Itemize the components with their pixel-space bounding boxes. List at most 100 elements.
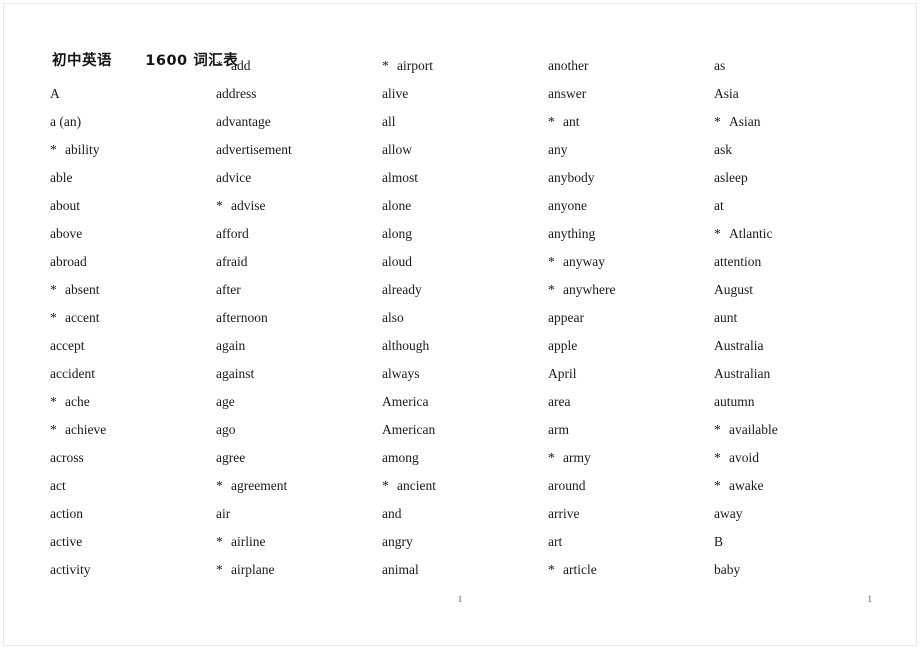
word-label: among — [382, 450, 419, 465]
vocabulary-word: away — [714, 500, 880, 528]
vocabulary-word: alone — [382, 192, 548, 220]
word-label: ability — [65, 142, 100, 157]
vocabulary-word: among — [382, 444, 548, 472]
vocabulary-word: another — [548, 52, 714, 80]
vocabulary-word: * ability — [50, 136, 216, 164]
vocabulary-word: * airplane — [216, 556, 382, 584]
vocabulary-word: August — [714, 276, 880, 304]
asterisk-marker: * — [216, 58, 223, 73]
vocabulary-word: air — [216, 500, 382, 528]
word-label: August — [714, 282, 754, 297]
asterisk-marker: * — [50, 142, 57, 157]
asterisk-marker: * — [548, 254, 555, 269]
word-label: anybody — [548, 170, 595, 185]
vocabulary-word: Australian — [714, 360, 880, 388]
vocabulary-word: * army — [548, 444, 714, 472]
vocabulary-word: advice — [216, 164, 382, 192]
word-label: advise — [231, 198, 266, 213]
vocabulary-word: * add — [216, 52, 382, 80]
vocabulary-word: asleep — [714, 164, 880, 192]
vocabulary-word: * advise — [216, 192, 382, 220]
word-label: as — [714, 58, 726, 73]
word-label: Asian — [729, 114, 761, 129]
vocabulary-word: answer — [548, 80, 714, 108]
word-label: always — [382, 366, 420, 381]
asterisk-marker: * — [714, 422, 721, 437]
asterisk-marker: * — [50, 394, 57, 409]
word-label: age — [216, 394, 235, 409]
vocabulary-word: above — [50, 220, 216, 248]
vocabulary-word: aunt — [714, 304, 880, 332]
asterisk-marker: * — [216, 478, 223, 493]
asterisk-marker: * — [50, 310, 57, 325]
word-label: baby — [714, 562, 741, 577]
word-label: arrive — [548, 506, 580, 521]
word-label: appear — [548, 310, 584, 325]
vocabulary-word: anyone — [548, 192, 714, 220]
asterisk-marker: * — [548, 562, 555, 577]
vocabulary-word: * airport — [382, 52, 548, 80]
word-label: action — [50, 506, 83, 521]
vocabulary-word: art — [548, 528, 714, 556]
word-label: almost — [382, 170, 418, 185]
word-label: arm — [548, 422, 569, 437]
word-label: a (an) — [50, 114, 82, 129]
word-label: although — [382, 338, 430, 353]
vocabulary-word: * airline — [216, 528, 382, 556]
vocabulary-word: as — [714, 52, 880, 80]
vocabulary-columns: Aa (an) * ability able about above abroad * abse… — [50, 52, 880, 584]
word-label: absent — [65, 282, 100, 297]
asterisk-marker: * — [714, 114, 721, 129]
word-label: afford — [216, 226, 249, 241]
asterisk-marker: * — [548, 450, 555, 465]
vocabulary-word: agree — [216, 444, 382, 472]
word-label: Atlantic — [729, 226, 773, 241]
column-3: * airport alive all allow almost alone along alo… — [382, 52, 548, 584]
word-label: advice — [216, 170, 252, 185]
vocabulary-word: * avoid — [714, 444, 880, 472]
vocabulary-word: Australia — [714, 332, 880, 360]
word-label: anything — [548, 226, 596, 241]
word-label: at — [714, 198, 724, 213]
column-4: another answer * ant any anybody anyone anythin… — [548, 52, 714, 584]
vocabulary-word: and — [382, 500, 548, 528]
word-label: April — [548, 366, 577, 381]
vocabulary-word: * Asian — [714, 108, 880, 136]
column-1: Aa (an) * ability able about above abroad * abse… — [50, 52, 216, 584]
vocabulary-word: afford — [216, 220, 382, 248]
vocabulary-word: * achieve — [50, 416, 216, 444]
asterisk-marker: * — [382, 58, 389, 73]
word-label: agree — [216, 450, 246, 465]
word-label: Australia — [714, 338, 764, 353]
vocabulary-word: almost — [382, 164, 548, 192]
word-label: ache — [65, 394, 90, 409]
word-label: American — [382, 422, 436, 437]
vocabulary-word: active — [50, 528, 216, 556]
word-label: airline — [231, 534, 266, 549]
asterisk-marker: * — [216, 534, 223, 549]
vocabulary-word: action — [50, 500, 216, 528]
word-label: allow — [382, 142, 412, 157]
word-label: apple — [548, 338, 578, 353]
asterisk-marker: * — [216, 198, 223, 213]
vocabulary-word: autumn — [714, 388, 880, 416]
vocabulary-word: act — [50, 472, 216, 500]
vocabulary-word: always — [382, 360, 548, 388]
word-label: afternoon — [216, 310, 268, 325]
vocabulary-word: * available — [714, 416, 880, 444]
vocabulary-word: apple — [548, 332, 714, 360]
word-label: achieve — [65, 422, 107, 437]
word-label: autumn — [714, 394, 755, 409]
vocabulary-word: about — [50, 192, 216, 220]
word-label: America — [382, 394, 429, 409]
vocabulary-word: abroad — [50, 248, 216, 276]
document-page: 初中英语 1600 词汇表 Aa (an) * ability able about ab… — [0, 0, 920, 649]
vocabulary-word: allow — [382, 136, 548, 164]
word-label: B — [714, 534, 724, 549]
word-label: accept — [50, 338, 85, 353]
asterisk-marker: * — [714, 226, 721, 241]
word-label: again — [216, 338, 246, 353]
word-label: area — [548, 394, 571, 409]
word-label: anywhere — [563, 282, 616, 297]
word-label: accident — [50, 366, 95, 381]
